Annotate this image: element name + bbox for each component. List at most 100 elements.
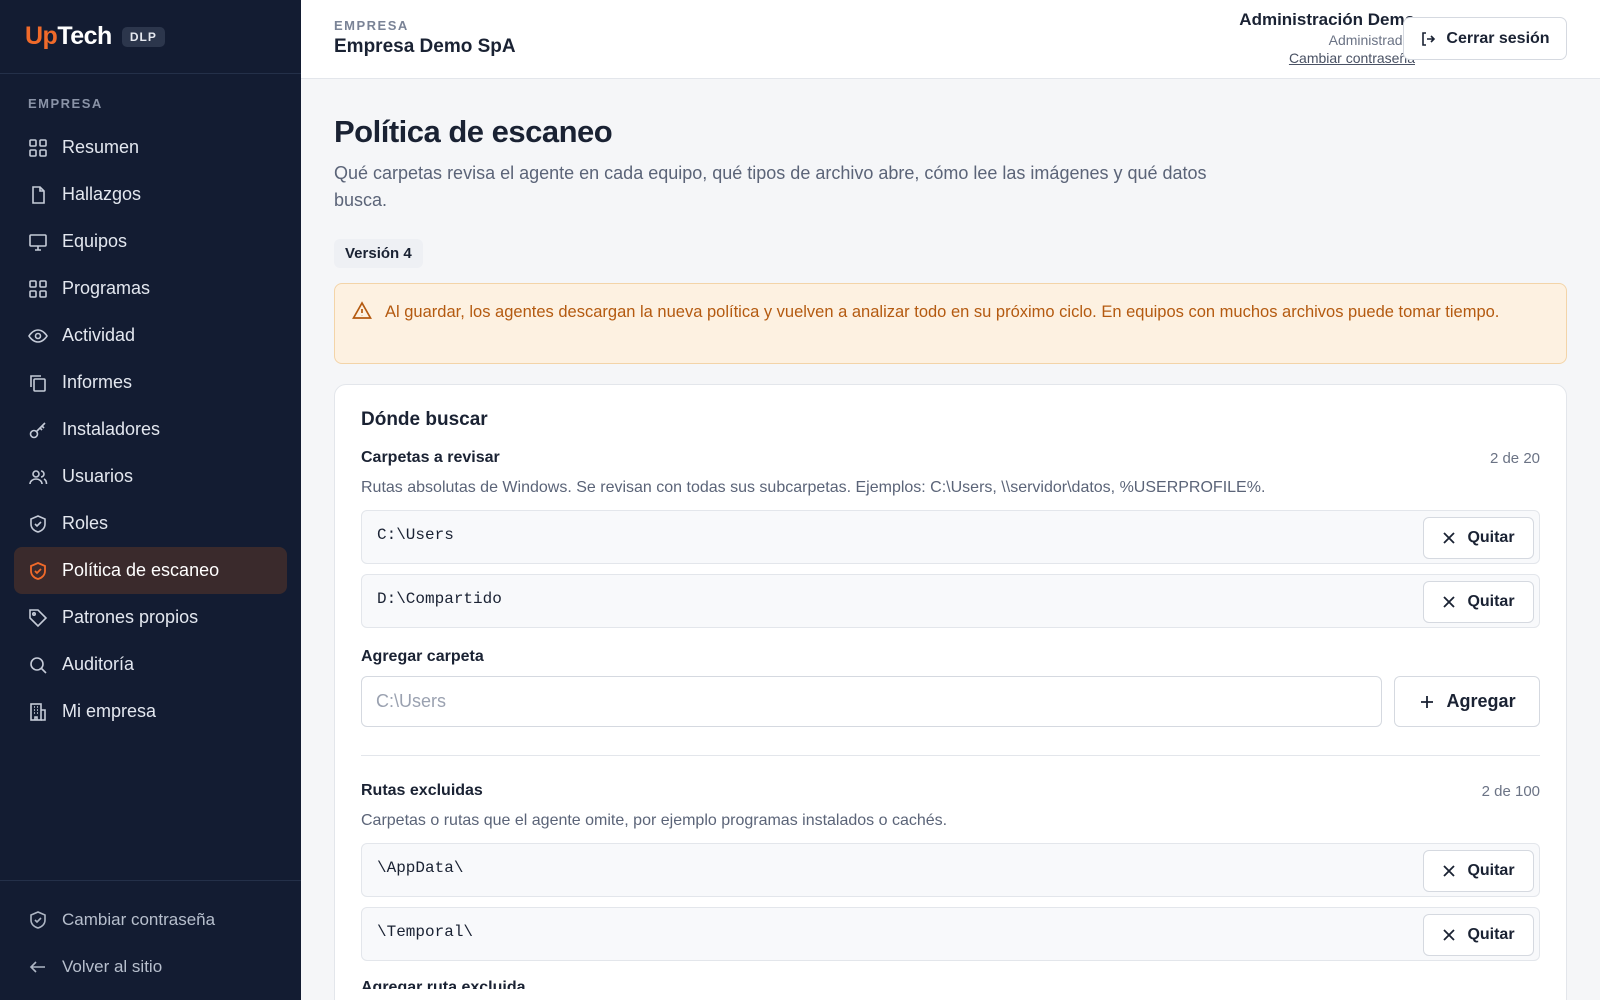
arrow-left-icon xyxy=(28,957,48,977)
excluded-row: \Temporal\ Quitar xyxy=(361,907,1540,961)
add-folder-label: Agregar carpeta xyxy=(361,648,484,665)
sidebar-item-instaladores[interactable]: Instaladores xyxy=(14,406,287,453)
copy-icon xyxy=(28,373,48,393)
remove-excluded-button[interactable]: Quitar xyxy=(1423,914,1534,956)
sidebar-item-resumen[interactable]: Resumen xyxy=(14,124,287,171)
shield-check-icon xyxy=(28,910,48,930)
eye-icon xyxy=(28,326,48,346)
user-name: Administración Demo xyxy=(1239,10,1415,29)
main-content: Política de escaneo Qué carpetas revisa … xyxy=(334,79,1567,1000)
excluded-label: Rutas excluidas xyxy=(361,782,483,799)
sidebar-item-label: Programas xyxy=(62,278,151,298)
building-icon xyxy=(28,702,48,722)
change-password-link[interactable]: Cambiar contraseña xyxy=(1289,50,1415,66)
sidebar-item-label: Mi empresa xyxy=(62,701,157,721)
key-icon xyxy=(28,420,48,440)
page-description: Qué carpetas revisa el agente en cada eq… xyxy=(334,163,1207,210)
sidebar-item-actividad[interactable]: Actividad xyxy=(14,312,287,359)
close-icon xyxy=(1443,532,1456,544)
add-folder-button[interactable]: Agregar xyxy=(1394,676,1540,727)
sidebar-item-informes[interactable]: Informes xyxy=(14,359,287,406)
sidebar-item-hallazgos[interactable]: Hallazgos xyxy=(14,171,287,218)
excluded-count: 2 de 100 xyxy=(1481,782,1540,800)
folders-count: 2 de 20 xyxy=(1489,449,1540,467)
sidebar-nav: Resumen Hallazgos Equipos Programas Acti… xyxy=(0,124,301,735)
sidebar-item-label: Roles xyxy=(62,513,109,533)
remove-excluded-button[interactable]: Quitar xyxy=(1423,850,1534,892)
user-block: Administración Demo Administrador Cambia… xyxy=(1239,10,1415,68)
sidebar-item-label: Informes xyxy=(62,372,133,392)
sidebar: UpTech DLP EMPRESA Resumen Hallazgos Equ… xyxy=(0,0,301,1000)
monitor-icon xyxy=(28,232,48,252)
close-icon xyxy=(1443,596,1456,608)
sidebar-item-label: Auditoría xyxy=(62,654,135,674)
remove-folder-button[interactable]: Quitar xyxy=(1423,517,1534,559)
add-folder-row: Agregar xyxy=(361,676,1540,727)
sidebar-item-label: Cambiar contraseña xyxy=(62,909,216,929)
company-label: EMPRESA xyxy=(334,18,409,33)
folder-row: C:\Users Quitar xyxy=(361,510,1540,564)
folders-header: Carpetas a revisar 2 de 20 xyxy=(361,449,1540,467)
sidebar-item-label: Patrones propios xyxy=(62,607,199,627)
folders-help: Rutas absolutas de Windows. Se revisan c… xyxy=(361,479,1266,496)
remove-label: Quitar xyxy=(1467,862,1515,879)
apps-icon xyxy=(28,279,48,299)
alert-text: Al guardar, los agentes descargan la nue… xyxy=(385,303,1500,321)
sidebar-item-roles[interactable]: Roles xyxy=(14,500,287,547)
users-icon xyxy=(28,467,48,487)
excluded-row: \AppData\ Quitar xyxy=(361,843,1540,897)
folders-label: Carpetas a revisar xyxy=(361,449,500,466)
brand-up: Up xyxy=(25,22,58,50)
add-folder-input[interactable] xyxy=(361,676,1383,727)
sidebar-item-equipos[interactable]: Equipos xyxy=(14,218,287,265)
sidebar-item-programas[interactable]: Programas xyxy=(14,265,287,312)
shield-icon xyxy=(28,561,48,581)
sidebar-footer: Cambiar contraseña Volver al sitio xyxy=(0,880,301,1000)
folder-row: D:\Compartido Quitar xyxy=(361,574,1540,628)
sidebar-item-usuarios[interactable]: Usuarios xyxy=(14,453,287,500)
plus-icon xyxy=(1420,695,1433,708)
excluded-header: Rutas excluidas 2 de 100 xyxy=(361,782,1540,800)
sidebar-item-auditoria[interactable]: Auditoría xyxy=(14,641,287,688)
sidebar-item-label: Hallazgos xyxy=(62,184,142,204)
tag-icon xyxy=(28,608,48,628)
remove-label: Quitar xyxy=(1467,926,1515,943)
page-title: Política de escaneo xyxy=(334,114,613,149)
sidebar-section-label: EMPRESA xyxy=(28,96,103,111)
version-badge: Versión 4 xyxy=(334,239,423,268)
sidebar-item-patrones-propios[interactable]: Patrones propios xyxy=(14,594,287,641)
sidebar-item-label: Política de escaneo xyxy=(62,560,220,580)
sidebar-item-label: Instaladores xyxy=(62,419,161,439)
user-role: Administrador xyxy=(1328,32,1415,48)
warning-icon xyxy=(352,301,372,329)
sidebar-item-mi-empresa[interactable]: Mi empresa xyxy=(14,688,287,735)
folder-path: D:\Compartido xyxy=(377,590,502,608)
remove-label: Quitar xyxy=(1467,593,1515,610)
sidebar-item-politica-de-escaneo[interactable]: Política de escaneo xyxy=(14,547,287,594)
sidebar-item-cambiar-contrasena[interactable]: Cambiar contraseña xyxy=(14,896,287,943)
company-name: Empresa Demo SpA xyxy=(334,36,516,57)
sidebar-item-label: Usuarios xyxy=(62,466,134,486)
file-icon xyxy=(28,185,48,205)
close-icon xyxy=(1443,929,1456,941)
brand-logo: UpTech xyxy=(25,22,112,51)
sidebar-item-label: Actividad xyxy=(62,325,136,345)
logout-label: Cerrar sesión xyxy=(1446,29,1550,47)
logout-icon xyxy=(1422,31,1436,46)
topbar: EMPRESA Empresa Demo SpA Administración … xyxy=(301,0,1600,79)
divider xyxy=(361,755,1540,756)
search-icon xyxy=(28,655,48,675)
add-button-label: Agregar xyxy=(1446,691,1516,711)
folder-path: C:\Users xyxy=(377,526,454,544)
excluded-path: \Temporal\ xyxy=(377,923,474,941)
remove-folder-button[interactable]: Quitar xyxy=(1423,581,1534,623)
brand[interactable]: UpTech DLP xyxy=(0,0,301,74)
sidebar-item-volver-al-sitio[interactable]: Volver al sitio xyxy=(14,943,287,990)
sidebar-item-label: Equipos xyxy=(62,231,128,251)
shield-check-icon xyxy=(28,514,48,534)
remove-label: Quitar xyxy=(1467,529,1515,546)
logout-button[interactable]: Cerrar sesión xyxy=(1403,17,1567,60)
sidebar-item-label: Resumen xyxy=(62,137,140,157)
sidebar-item-label: Volver al sitio xyxy=(62,956,163,976)
brand-tech: Tech xyxy=(57,22,112,50)
